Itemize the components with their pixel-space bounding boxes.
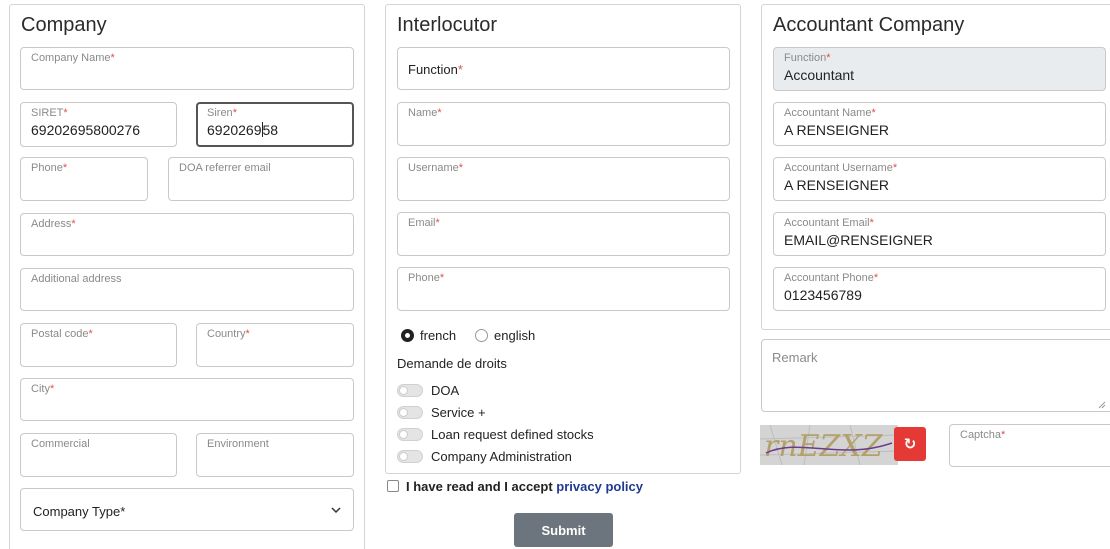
company-title: Company [21, 14, 107, 36]
accountant-phone-field[interactable]: Accountant Phone* 0123456789 [773, 267, 1106, 311]
siret-value: 69202695800276 [31, 122, 141, 138]
phone-field[interactable]: Phone* [20, 157, 148, 201]
remark-textarea[interactable]: Remark [761, 339, 1110, 412]
accountant-email-field[interactable]: Accountant Email* EMAIL@RENSEIGNER [773, 212, 1106, 256]
toggle-doa[interactable]: DOA [397, 383, 459, 398]
privacy-policy-link[interactable]: privacy policy [556, 479, 643, 494]
doa-referrer-email-field[interactable]: DOA referrer email [168, 157, 354, 201]
toggle-service-plus[interactable]: Service + [397, 405, 486, 420]
accountant-title: Accountant Company [773, 14, 965, 36]
toggle-switch-icon [397, 428, 423, 441]
language-radio-french[interactable]: french [401, 328, 456, 343]
siret-field[interactable]: SIRET* 69202695800276 [20, 102, 177, 147]
toggle-company-administration[interactable]: Company Administration [397, 449, 572, 464]
radio-checked-icon [401, 329, 414, 342]
postal-code-field[interactable]: Postal code* [20, 323, 177, 367]
privacy-consent-text: I have read and I accept privacy policy [406, 479, 644, 494]
username-field[interactable]: Username* [397, 157, 730, 201]
rights-heading: Demande de droits [397, 356, 507, 371]
email-field[interactable]: Email* [397, 212, 730, 256]
address-field[interactable]: Address* [20, 213, 354, 256]
function-field[interactable]: Function* [397, 47, 730, 90]
name-field[interactable]: Name* [397, 102, 730, 146]
accountant-username-field[interactable]: Accountant Username* A RENSEIGNER [773, 157, 1106, 201]
interlocutor-phone-field[interactable]: Phone* [397, 267, 730, 311]
captcha-image: rnEZXZ [760, 425, 898, 465]
country-field[interactable]: Country* [196, 323, 354, 367]
accountant-name-field[interactable]: Accountant Name* A RENSEIGNER [773, 102, 1106, 146]
company-name-field[interactable]: Company Name* [20, 47, 354, 90]
toggle-switch-icon [397, 406, 423, 419]
siren-field[interactable]: Siren* 692026958 [196, 102, 354, 147]
interlocutor-title: Interlocutor [397, 14, 498, 36]
company-type-select[interactable]: Company Type* [20, 488, 354, 531]
siren-value: 692026958 [207, 122, 279, 138]
captcha-input[interactable]: Captcha* [949, 424, 1110, 467]
captcha-text: rnEZXZ [764, 429, 884, 464]
environment-field[interactable]: Environment [196, 433, 354, 477]
radio-unchecked-icon [475, 329, 488, 342]
captcha-refresh-button[interactable]: ↻ [894, 427, 926, 461]
privacy-checkbox[interactable] [387, 480, 399, 492]
toggle-loan-request[interactable]: Loan request defined stocks [397, 427, 594, 442]
commercial-field[interactable]: Commercial [20, 433, 177, 477]
submit-button[interactable]: Submit [514, 513, 613, 547]
toggle-switch-icon [397, 384, 423, 397]
chevron-down-icon [331, 507, 341, 514]
toggle-switch-icon [397, 450, 423, 463]
resize-handle-icon[interactable] [1098, 401, 1106, 409]
accountant-function-field: Function* Accountant [773, 47, 1106, 91]
language-radio-english[interactable]: english [475, 328, 535, 343]
city-field[interactable]: City* [20, 378, 354, 421]
refresh-icon: ↻ [903, 436, 917, 453]
additional-address-field[interactable]: Additional address [20, 268, 354, 311]
